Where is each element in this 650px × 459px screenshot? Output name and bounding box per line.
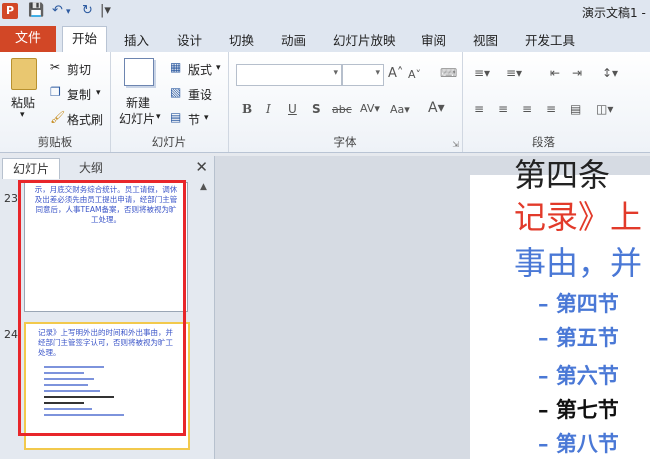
powerpoint-logo-icon[interactable]: P — [2, 3, 18, 19]
clear-format-icon[interactable]: ⌨ — [440, 66, 457, 80]
new-slide-button-line2[interactable]: 幻灯片 — [119, 110, 155, 127]
distributed-icon[interactable]: ▤ — [570, 102, 581, 116]
bold-icon[interactable]: B — [242, 102, 252, 116]
grow-font-icon[interactable]: A˄ — [388, 66, 403, 81]
paste-dropdown-icon[interactable]: ▾ — [20, 110, 25, 120]
strikethrough-icon[interactable]: abc — [332, 103, 352, 116]
layout-icon[interactable]: ▦ — [170, 60, 181, 74]
shrink-font-icon[interactable]: A˅ — [408, 68, 421, 81]
layout-button[interactable]: 版式 — [188, 61, 212, 78]
align-left-icon[interactable]: ≡ — [474, 102, 484, 116]
format-painter-button[interactable]: 格式刷 — [67, 111, 103, 128]
slide-body-text-red[interactable]: 记录》上 — [514, 192, 642, 238]
bullet-item[interactable]: – 第五节 — [538, 322, 619, 352]
decrease-indent-icon[interactable]: ⇤ — [550, 66, 560, 80]
font-family-select[interactable]: ▾ — [236, 64, 342, 86]
bullets-icon[interactable]: ≡▾ — [474, 66, 490, 80]
font-color-icon[interactable]: A▾ — [428, 100, 445, 116]
redo-icon[interactable]: ↻ — [82, 3, 93, 18]
format-painter-icon[interactable]: 🖌 — [50, 110, 65, 124]
tab-design[interactable]: 设计 — [177, 30, 202, 49]
highlight-box — [18, 180, 186, 436]
copy-icon[interactable]: ❐ — [50, 85, 61, 99]
paste-button[interactable]: 粘贴 — [11, 94, 35, 111]
ribbon-tabs: 文件 开始 插入 设计 切换 动画 幻灯片放映 审阅 视图 开发工具 — [0, 24, 650, 53]
ribbon: 粘贴 ▾ ✂ 剪切 ❐ 复制 ▾ 🖌 格式刷 剪贴板 新建 幻灯片 ▾ ▦ 版式… — [0, 52, 650, 153]
tab-slideshow[interactable]: 幻灯片放映 — [333, 30, 396, 49]
title-bar: P 💾 ↶ ▾ ↻ |▾ 演示文稿1 - — [0, 0, 650, 25]
slides-group: 新建 幻灯片 ▾ ▦ 版式 ▾ ▧ 重设 ▤ 节 ▾ 幻灯片 — [110, 52, 229, 152]
align-right-icon[interactable]: ≡ — [522, 102, 532, 116]
new-slide-icon[interactable] — [124, 58, 154, 86]
cut-button[interactable]: 剪切 — [67, 61, 91, 78]
slides-label: 幻灯片 — [151, 135, 187, 149]
panel-tabs: 幻灯片 大纲 ✕ — [0, 156, 214, 179]
paragraph-label: 段落 — [532, 135, 555, 149]
tab-file[interactable]: 文件 — [0, 26, 56, 52]
undo-dropdown-icon[interactable]: ▾ — [66, 7, 71, 17]
slide-body-text-blue[interactable]: 事由，并 — [514, 238, 642, 284]
tab-review[interactable]: 审阅 — [421, 30, 446, 49]
font-size-dropdown-icon[interactable]: ▾ — [375, 68, 380, 78]
paste-icon[interactable] — [11, 58, 37, 90]
section-button[interactable]: 节 — [188, 111, 200, 128]
tab-outline-view[interactable]: 大纲 — [62, 158, 120, 178]
font-family-dropdown-icon[interactable]: ▾ — [333, 68, 338, 78]
undo-icon[interactable]: ↶ — [52, 3, 63, 18]
bullet-item[interactable]: – 第七节 — [538, 394, 619, 424]
underline-icon[interactable]: U — [288, 102, 297, 116]
window-title: 演示文稿1 - — [582, 6, 646, 20]
bullet-item[interactable]: – 第四节 — [538, 288, 619, 318]
font-label: 字体 — [333, 135, 357, 149]
line-spacing-icon[interactable]: ↕▾ — [602, 66, 618, 80]
close-panel-icon[interactable]: ✕ — [195, 158, 208, 176]
paragraph-group: ≡▾ ≡▾ ⇤ ⇥ ↕▾ ≡ ≡ ≡ ≡ ▤ ◫▾ 段落 — [462, 52, 650, 152]
reset-icon[interactable]: ▧ — [170, 85, 181, 99]
scissors-icon[interactable]: ✂ — [50, 60, 60, 74]
reset-button[interactable]: 重设 — [188, 86, 212, 103]
bullet-item[interactable]: – 第六节 — [538, 360, 619, 390]
numbering-icon[interactable]: ≡▾ — [506, 66, 522, 80]
new-slide-button[interactable]: 新建 — [126, 94, 150, 111]
align-center-icon[interactable]: ≡ — [498, 102, 508, 116]
tab-developer[interactable]: 开发工具 — [525, 30, 575, 49]
copy-button[interactable]: 复制 — [67, 86, 91, 103]
bullet-item[interactable]: – 第八节 — [538, 428, 619, 458]
columns-icon[interactable]: ◫▾ — [596, 102, 613, 116]
increase-indent-icon[interactable]: ⇥ — [572, 66, 582, 80]
font-group: ▾ ▾ A˄ A˅ ⌨ B I U S abc AV▾ Aa▾ A▾ 字体 ⇲ — [228, 52, 463, 152]
tab-home[interactable]: 开始 — [62, 26, 108, 53]
new-slide-dropdown-icon[interactable]: ▾ — [156, 112, 161, 122]
layout-dropdown-icon[interactable]: ▾ — [216, 63, 221, 73]
thumbnail-scrollbar[interactable]: ▲ — [200, 182, 210, 458]
copy-dropdown-icon[interactable]: ▾ — [96, 88, 101, 98]
clipboard-label: 剪贴板 — [37, 135, 73, 149]
slide-heading-text[interactable]: 第四条 — [514, 150, 610, 196]
tab-transitions[interactable]: 切换 — [229, 30, 254, 49]
italic-icon[interactable]: I — [266, 102, 271, 116]
change-case-icon[interactable]: Aa▾ — [390, 103, 410, 116]
tab-animations[interactable]: 动画 — [281, 30, 306, 49]
slide-number: 23 — [4, 192, 18, 205]
char-spacing-icon[interactable]: AV▾ — [360, 102, 380, 115]
section-icon[interactable]: ▤ — [170, 110, 181, 124]
clipboard-group: 粘贴 ▾ ✂ 剪切 ❐ 复制 ▾ 🖌 格式刷 剪贴板 — [0, 52, 111, 152]
customize-toolbar-icon[interactable]: |▾ — [100, 3, 111, 18]
slide-number: 24 — [4, 328, 18, 341]
tab-insert[interactable]: 插入 — [124, 30, 149, 49]
justify-icon[interactable]: ≡ — [546, 102, 556, 116]
section-dropdown-icon[interactable]: ▾ — [204, 113, 209, 123]
scroll-up-icon[interactable]: ▲ — [200, 182, 207, 192]
tab-slides-view[interactable]: 幻灯片 — [2, 158, 60, 179]
font-size-select[interactable]: ▾ — [342, 64, 384, 86]
save-icon[interactable]: 💾 — [28, 3, 44, 18]
font-dialog-launcher-icon[interactable]: ⇲ — [452, 140, 459, 149]
shadow-icon[interactable]: S — [312, 102, 321, 116]
tab-view[interactable]: 视图 — [473, 30, 498, 49]
